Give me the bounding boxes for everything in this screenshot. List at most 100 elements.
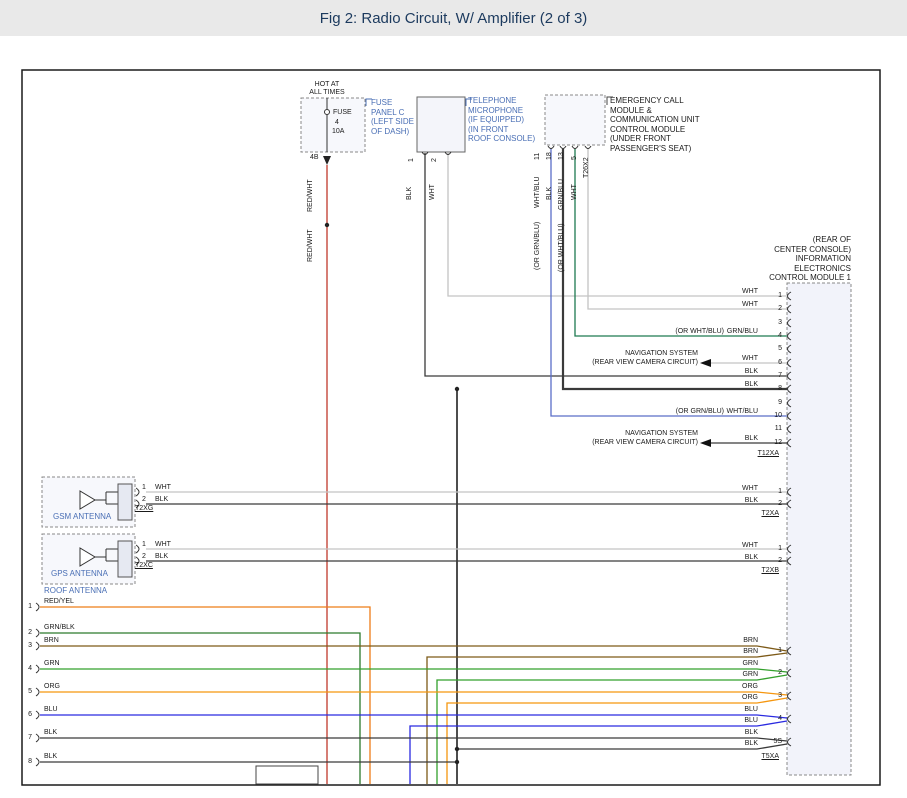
em-wire2-label: BLK [546, 187, 554, 200]
gps-w1-label: WHT [155, 541, 171, 549]
roof-antenna-label: ROOF ANTENNA [44, 586, 107, 596]
t12xa-pin: 10 [766, 412, 782, 420]
t12xa-w7-label: BLK [700, 368, 758, 376]
all-times-label: ALL TIMES [297, 89, 357, 97]
splice-dots [325, 223, 459, 764]
t2xa-pin2: 2 [766, 500, 782, 508]
t12xa-pin: 11 [766, 425, 782, 433]
t5xa-wire-label: GRN [700, 660, 758, 668]
t5xa-wire-label: BRN [700, 637, 758, 645]
wire-org-a [40, 692, 787, 695]
t5xa-pin: 5S [766, 738, 782, 746]
gps-w2-label: BLK [155, 553, 168, 561]
em-connector-label: T26X2 [583, 157, 591, 178]
wire-brn-a [40, 646, 787, 651]
telephone-microphone-label: TELEPHONE MICROPHONE (IF EQUIPPED) (IN F… [468, 96, 535, 144]
t12xa-pin: 9 [766, 399, 782, 407]
gsm-antenna-label: GSM ANTENNA [53, 512, 111, 522]
mic-wire1-label: BLK [406, 187, 414, 200]
fuse-pin-label: 4B [310, 154, 319, 162]
t2xb-w2-label: BLK [700, 554, 758, 562]
t5xa-pin: 4 [766, 715, 782, 723]
t12xa-w2-label: WHT [700, 301, 758, 309]
row-wire-label: BLU [44, 706, 58, 714]
hot-at-label: HOT AT [297, 81, 357, 89]
t12xa-pin: 6 [766, 359, 782, 367]
em-pin3-label: 13 [558, 152, 566, 160]
bottom-wires [40, 607, 787, 784]
red-wht-wire-label: RED/WHT [307, 229, 315, 262]
emergency-call-module-box [545, 95, 605, 145]
row-number: 5 [18, 688, 32, 696]
gps-pin1-label: 1 [142, 541, 146, 549]
fuse-panel-label: FUSE PANEL C (LEFT SIDE OF DASH) [371, 98, 414, 136]
t12xa-w12-label: BLK [700, 435, 758, 443]
t2xa-w1-label: WHT [700, 485, 758, 493]
row-number: 8 [18, 758, 32, 766]
em-pin1-label: 11 [534, 153, 542, 160]
em-wire4-label: WHT [571, 184, 579, 200]
t12xa-pin: 12 [766, 439, 782, 447]
t2xb-connector-label: T2XB [720, 567, 779, 575]
t12xa-pin: 3 [766, 319, 782, 327]
telephone-microphone-box [417, 97, 465, 152]
t5xa-wire-label: ORG [700, 683, 758, 691]
gsm-w2-label: BLK [155, 496, 168, 504]
cutoff-component-box [256, 766, 318, 784]
t12xa-w6-label: WHT [700, 355, 758, 363]
gps-pin2-label: 2 [142, 553, 146, 561]
gps-antenna-label: GPS ANTENNA [51, 569, 108, 579]
em-wire3-alt-label: (OR WHT/BLU) [558, 223, 566, 272]
t12xa-pin: 4 [766, 332, 782, 340]
t2xa-w2-label: BLK [700, 497, 758, 505]
t5xa-wire-label: BRN [700, 648, 758, 656]
t12xa-connector-label: T12XA [720, 450, 779, 458]
row-wire-label: GRN [44, 660, 60, 668]
em-pin2-label: 18 [546, 152, 554, 160]
t5xa-pin: 3 [766, 692, 782, 700]
control-module-label: (REAR OF CENTER CONSOLE) INFORMATION ELE… [700, 235, 851, 283]
t2xb-pin1: 1 [766, 545, 782, 553]
wire-blu-a [40, 715, 787, 718]
wire-em-wht [588, 149, 787, 309]
nav-callout-line1: NAVIGATION SYSTEM [540, 350, 698, 358]
t2xb-w1-label: WHT [700, 542, 758, 550]
fuse-panel-box [301, 98, 365, 152]
t2xb-pin2: 2 [766, 557, 782, 565]
down-arrow-icon [323, 156, 331, 165]
t12xa-pin: 5 [766, 345, 782, 353]
row-wire-label: BLK [44, 753, 57, 761]
row-wire-label: RED/YEL [44, 598, 74, 606]
nav-callout-line2: (REAR VIEW CAMERA CIRCUIT) [540, 439, 698, 447]
row-number: 6 [18, 711, 32, 719]
nav-callout-line1: NAVIGATION SYSTEM [540, 430, 698, 438]
row-number: 7 [18, 734, 32, 742]
t12xa-w1-label: WHT [700, 288, 758, 296]
fuse-number-label: 4 [335, 119, 339, 127]
t5xa-wire-label: BLK [700, 729, 758, 737]
row-number: 2 [18, 629, 32, 637]
t12xa-pin: 7 [766, 372, 782, 380]
t5xa-wire-label: ORG [700, 694, 758, 702]
row-number: 3 [18, 642, 32, 650]
t2xa-connector-label: T2XA [720, 510, 779, 518]
em-pin4-label: 5 [571, 156, 579, 160]
row-wire-label: BLK [44, 729, 57, 737]
fuse-rating-label: 10A [332, 128, 344, 136]
t5xa-pin: 1 [766, 647, 782, 655]
emergency-module-label: EMERGENCY CALL MODULE & COMMUNICATION UN… [610, 96, 700, 153]
mic-pin2-label: 2 [431, 158, 439, 162]
wire-grn-a [40, 669, 787, 672]
gsm-connector-label: T2XG [135, 505, 153, 513]
t12xa-pin: 8 [766, 385, 782, 393]
t12xa-w10-label: WHT/BLU [700, 408, 758, 416]
row-wire-label: BRN [44, 637, 59, 645]
t2xa-pin1: 1 [766, 488, 782, 496]
nav-callout-line2: (REAR VIEW CAMERA CIRCUIT) [540, 359, 698, 367]
t12xa-pin: 2 [766, 305, 782, 313]
row-wire-label: ORG [44, 683, 60, 691]
t12xa-w8-label: BLK [700, 381, 758, 389]
t5xa-wire-label: BLK [700, 740, 758, 748]
control-module-box [787, 283, 851, 775]
t5xa-wire-label: BLU [700, 717, 758, 725]
